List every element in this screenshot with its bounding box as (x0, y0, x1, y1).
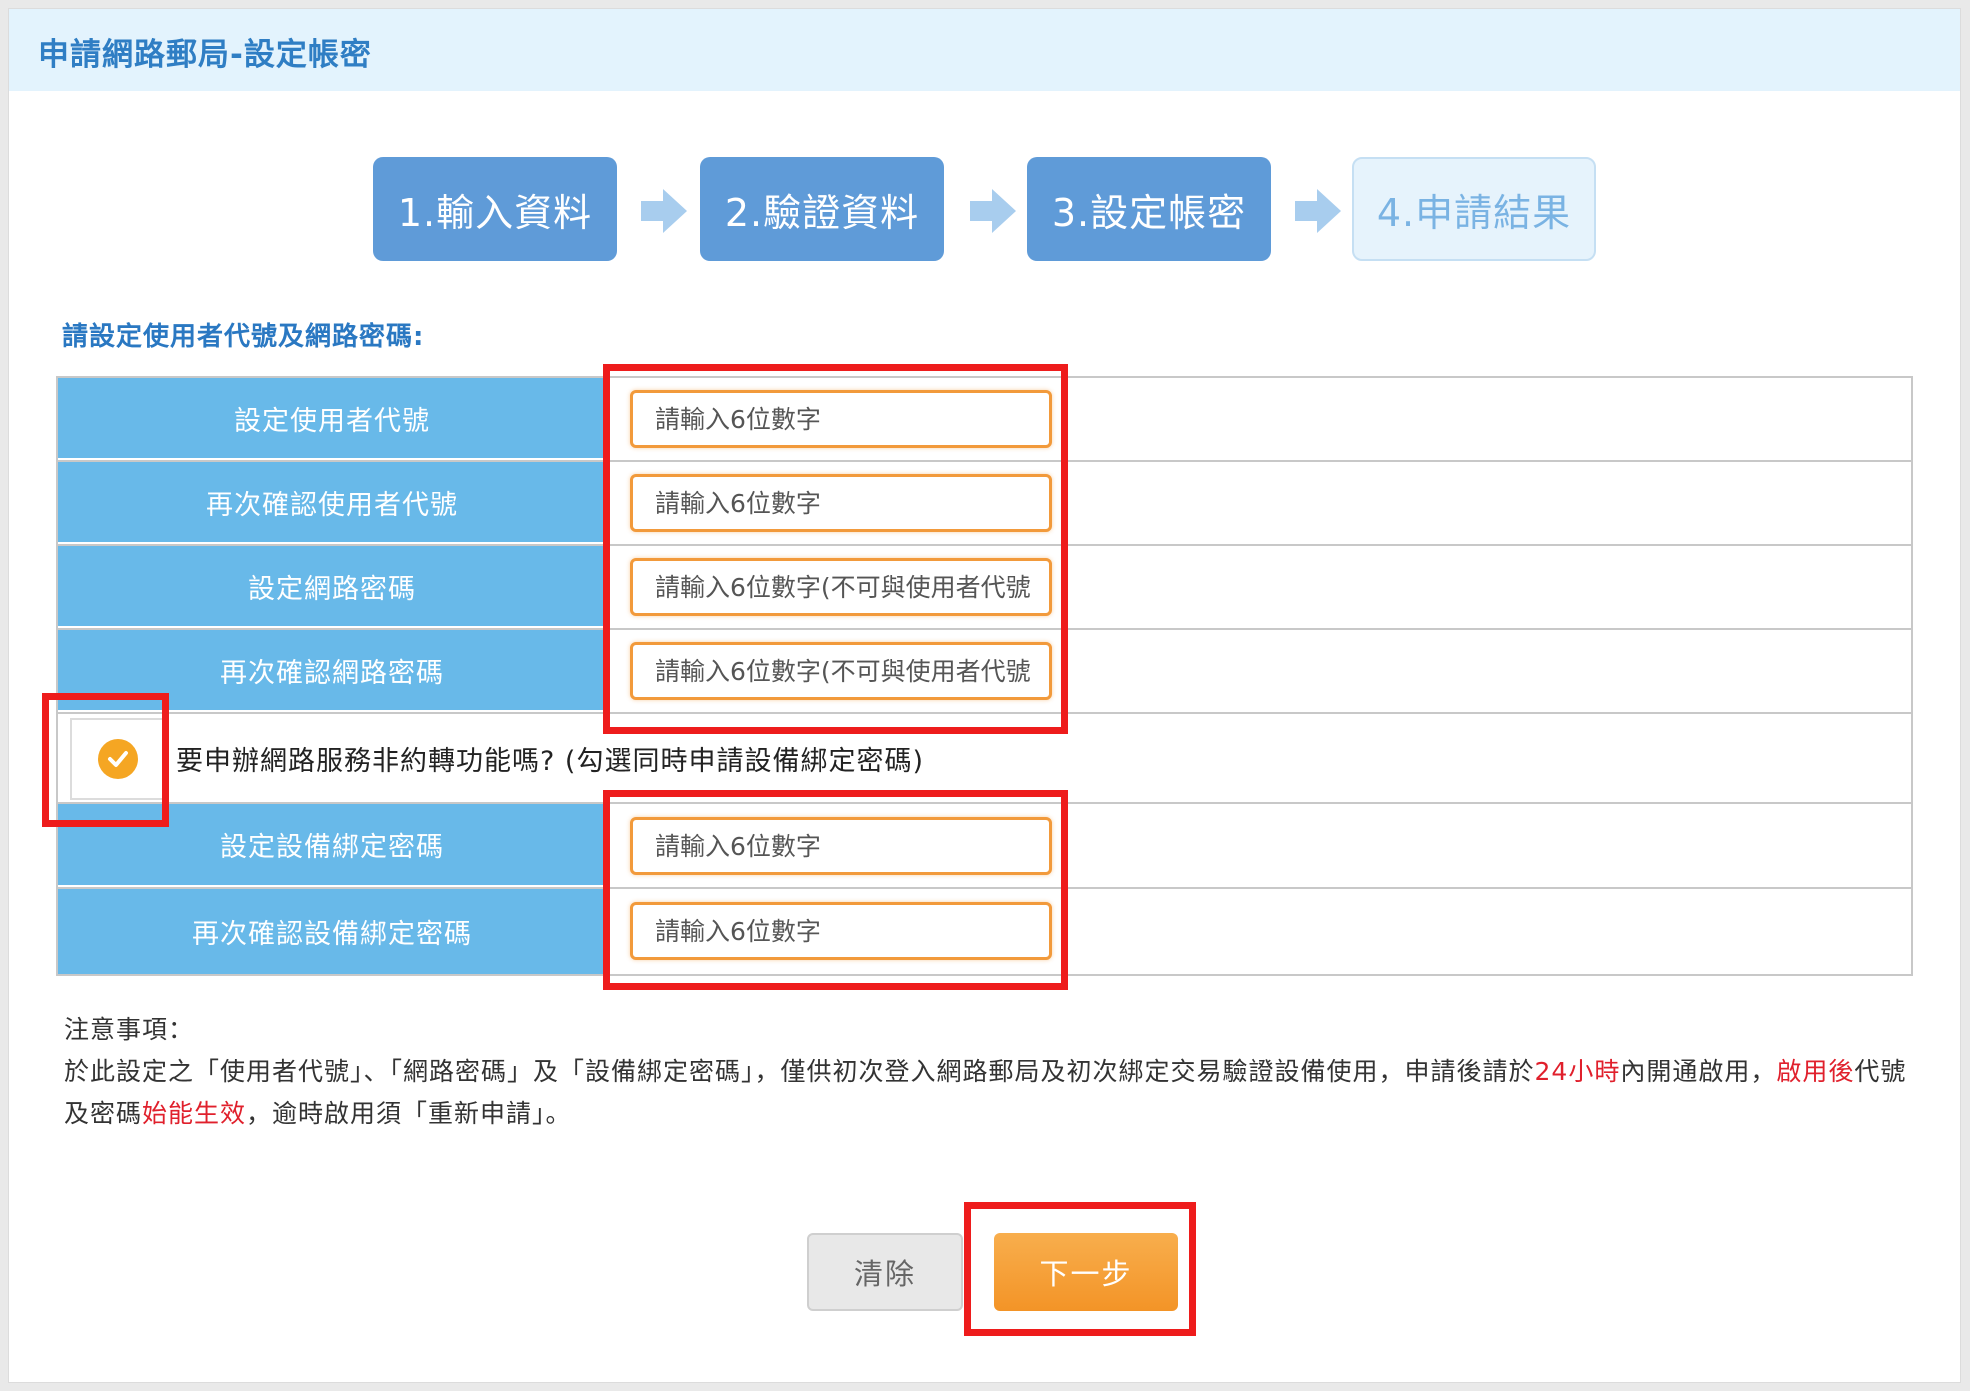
user-id-input[interactable] (630, 390, 1052, 448)
title-bar: 申請網路郵局-設定帳密 (9, 9, 1960, 91)
arrow-right-icon (1295, 189, 1341, 233)
step-3: 3.設定帳密 (1027, 157, 1271, 261)
section-title: 請設定使用者代號及網路密碼: (62, 322, 425, 352)
user-id-confirm-input[interactable] (630, 474, 1052, 532)
notice-text-part: 內開通啟用， (1620, 1057, 1777, 1086)
notice-title: 注意事項： (64, 1015, 195, 1044)
password-confirm-input[interactable] (630, 642, 1052, 700)
checkmark-icon (98, 739, 138, 779)
notice-highlight: 24小時 (1534, 1057, 1621, 1086)
step-2: 2.驗證資料 (700, 157, 944, 261)
notice-highlight: 啟用後 (1776, 1057, 1855, 1086)
step-4: 4.申請結果 (1352, 157, 1596, 261)
form-row-password: 設定網路密碼 (58, 546, 1911, 630)
user-id-label: 設定使用者代號 (58, 378, 606, 460)
step-1: 1.輸入資料 (373, 157, 617, 261)
form-row-user-id: 設定使用者代號 (58, 378, 1911, 462)
form-row-device-password-confirm: 再次確認設備綁定密碼 (58, 889, 1911, 974)
device-password-input[interactable] (630, 817, 1052, 875)
non-agreed-transfer-checkbox[interactable] (70, 718, 166, 800)
notice-highlight: 始能生效 (142, 1099, 247, 1128)
notice-text-part: 於此設定之「使用者代號」、「網路密碼」及「設備綁定密碼」，僅供初次登入網路郵局及… (64, 1057, 1535, 1086)
device-password-confirm-label: 再次確認設備綁定密碼 (58, 889, 606, 974)
notice-text: 於此設定之「使用者代號」、「網路密碼」及「設備綁定密碼」，僅供初次登入網路郵局及… (64, 1051, 1924, 1135)
arrow-right-icon (641, 189, 687, 233)
device-password-confirm-input[interactable] (630, 902, 1052, 960)
password-confirm-label: 再次確認網路密碼 (58, 630, 606, 712)
user-id-confirm-label: 再次確認使用者代號 (58, 462, 606, 544)
application-page: 申請網路郵局-設定帳密 1.輸入資料 2.驗證資料 3.設定帳密 4.申請結果 … (8, 8, 1961, 1383)
form-row-device-password: 設定設備綁定密碼 (58, 804, 1911, 889)
clear-button[interactable]: 清除 (807, 1233, 963, 1311)
non-agreed-transfer-row: 要申辦網路服務非約轉功能嗎? (勾選同時申請設備綁定密碼) (58, 714, 1911, 804)
account-form: 設定使用者代號 再次確認使用者代號 設定網路密碼 再次確認網路密碼 要申辦網路服… (56, 376, 1913, 976)
page-title: 申請網路郵局-設定帳密 (38, 37, 372, 73)
device-password-label: 設定設備綁定密碼 (58, 804, 606, 887)
notice-text-part: ，逾時啟用須「重新申請」。 (246, 1099, 572, 1128)
password-input[interactable] (630, 558, 1052, 616)
password-label: 設定網路密碼 (58, 546, 606, 628)
notice: 注意事項： 於此設定之「使用者代號」、「網路密碼」及「設備綁定密碼」，僅供初次登… (64, 1009, 1924, 1135)
form-row-password-confirm: 再次確認網路密碼 (58, 630, 1911, 714)
form-row-user-id-confirm: 再次確認使用者代號 (58, 462, 1911, 546)
next-button[interactable]: 下一步 (994, 1233, 1178, 1311)
non-agreed-transfer-label: 要申辦網路服務非約轉功能嗎? (勾選同時申請設備綁定密碼) (176, 746, 924, 777)
arrow-right-icon (970, 189, 1016, 233)
